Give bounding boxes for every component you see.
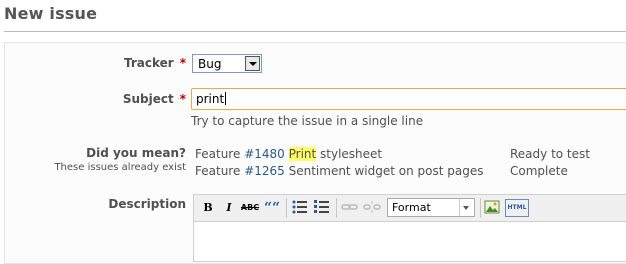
suggestion-row: Feature #1265 Sentiment widget on post p… (195, 164, 483, 178)
suggestion-tracker: Feature (195, 147, 241, 161)
link-icon (341, 204, 358, 210)
suggestion-title: stylesheet (316, 147, 383, 161)
text-caret (225, 92, 227, 105)
did-you-mean-label: Did you mean? (86, 146, 186, 160)
image-icon (484, 200, 500, 214)
toolbar-separator (286, 198, 287, 218)
tracker-select[interactable]: Bug (192, 54, 262, 73)
unlink-button[interactable] (362, 199, 382, 217)
subject-input-value: print (196, 92, 227, 106)
numbered-list-button[interactable] (312, 199, 332, 217)
format-select-value: Format (392, 201, 431, 214)
bulleted-list-button[interactable] (290, 199, 310, 217)
suggestion-match-highlight: Print (288, 147, 317, 161)
tracker-select-value: Bug (198, 57, 222, 71)
italic-button[interactable]: I (219, 199, 239, 217)
toolbar-separator (336, 198, 337, 218)
toolbar-separator (480, 198, 481, 218)
suggestion-title: Sentiment widget on post pages (288, 164, 484, 178)
required-marker: * (179, 56, 186, 70)
did-you-mean-sublabel: These issues already exist (54, 162, 186, 173)
subject-label: Subject * (123, 92, 186, 106)
html-source-button[interactable]: HTML (505, 199, 529, 217)
required-marker: * (179, 92, 186, 106)
description-textarea[interactable] (193, 222, 626, 262)
subject-value-text: print (196, 92, 225, 106)
insert-image-button[interactable] (482, 199, 502, 217)
tracker-label-text: Tracker (124, 56, 174, 70)
format-select[interactable]: Format (387, 198, 475, 217)
bullet-list-icon (292, 200, 307, 214)
suggestion-issue-link[interactable]: #1265 (244, 164, 285, 178)
subject-label-text: Subject (122, 92, 174, 106)
link-button[interactable] (340, 199, 360, 217)
suggestion-status: Ready to test (510, 147, 590, 161)
unlink-icon (363, 201, 381, 213)
title-divider (4, 31, 626, 32)
suggestion-row: Feature #1480 Print stylesheet (195, 147, 382, 161)
subject-input[interactable] (191, 88, 626, 110)
suggestion-status: Complete (510, 164, 568, 178)
quote-button[interactable]: ““ (262, 199, 282, 217)
numbered-list-icon (314, 200, 329, 213)
editor-toolbar: B I ABC ““ Format HTML (193, 194, 626, 222)
description-label: Description (108, 197, 186, 211)
tracker-label: Tracker * (124, 56, 186, 70)
chevron-down-icon[interactable] (459, 199, 474, 216)
page-title: New issue (4, 4, 98, 23)
chevron-down-icon[interactable] (245, 56, 260, 71)
subject-hint: Try to capture the issue in a single lin… (191, 114, 424, 128)
strikethrough-button[interactable]: ABC (240, 199, 260, 217)
bold-button[interactable]: B (198, 199, 218, 217)
suggestion-issue-link[interactable]: #1480 (244, 147, 285, 161)
suggestion-tracker: Feature (195, 164, 241, 178)
